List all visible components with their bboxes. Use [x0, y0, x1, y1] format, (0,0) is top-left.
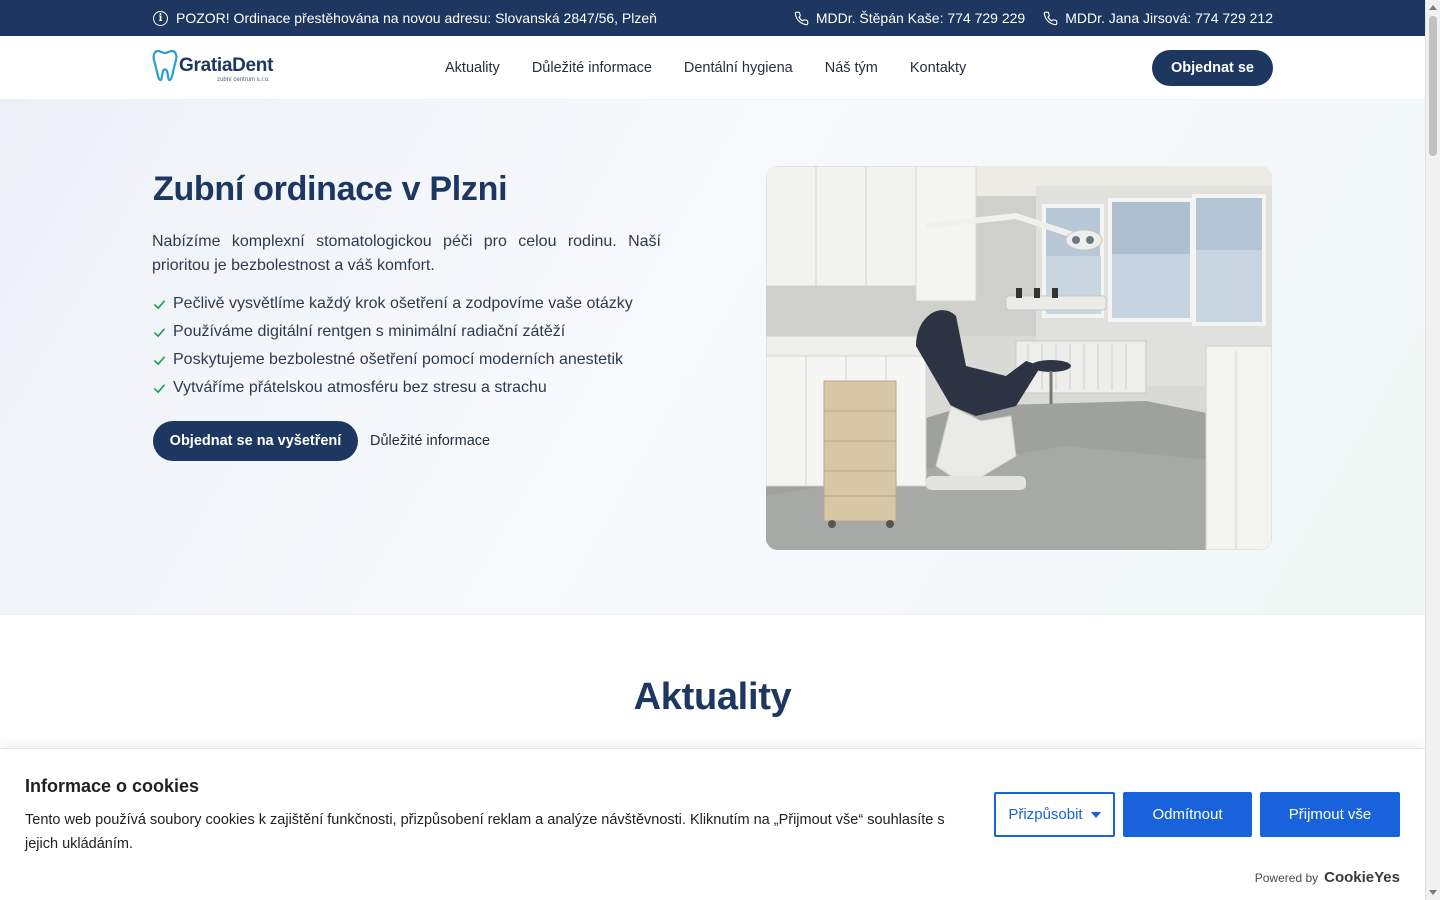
feature-text: Pečlivě vysvětlíme každý krok ošetření a…: [173, 295, 633, 312]
phone-text: MDDr. Štěpán Kaše: 774 729 229: [815, 10, 1026, 26]
dental-office-illustration: [766, 166, 1272, 550]
phone-list: MDDr. Štěpán Kaše: 774 729 229 MDDr. Jan…: [794, 0, 1273, 36]
nav-aktuality[interactable]: Aktuality: [445, 60, 500, 76]
feature-list: Pečlivě vysvětlíme každý krok ošetření a…: [153, 290, 633, 402]
phone-link-kase[interactable]: MDDr. Štěpán Kaše: 774 729 229: [794, 10, 1025, 26]
scroll-up-arrow-icon[interactable]: [1429, 5, 1437, 10]
check-icon: [154, 355, 165, 365]
phone-link-jirsova[interactable]: MDDr. Jana Jirsová: 774 729 212: [1043, 10, 1273, 26]
book-examination-button[interactable]: Objednat se na vyšetření: [153, 421, 358, 461]
cookie-text: Tento web používá soubory cookies k zaji…: [25, 812, 945, 852]
feature-text: Vytváříme přátelskou atmosféru bez stres…: [173, 379, 547, 396]
tooth-logo-icon: [152, 49, 178, 82]
page-scrollbar[interactable]: [1425, 0, 1440, 900]
check-icon: [154, 383, 165, 393]
logo-name: GratiaDent: [179, 55, 274, 76]
feature-item: Poskytujeme bezbolestné ošetření pomocí …: [153, 346, 633, 374]
cookie-customize-label: Přizpůsobit: [1008, 806, 1083, 823]
hero-title: Zubní ordinace v Plzni: [153, 170, 508, 208]
logo-subtitle: zubní centrum s.r.o.: [217, 77, 270, 83]
nav-nas-tym[interactable]: Náš tým: [825, 60, 878, 76]
main-nav: Aktuality Důležité informace Dentální hy…: [445, 36, 966, 100]
info-icon: i: [153, 10, 168, 26]
nav-kontakty[interactable]: Kontakty: [910, 60, 966, 76]
scrollbar-thumb[interactable]: [1429, 16, 1437, 156]
nav-dentalni-hygiena[interactable]: Dentální hygiena: [684, 60, 793, 76]
cookie-reject-button[interactable]: Odmítnout: [1123, 792, 1252, 837]
logo[interactable]: GratiaDent zubní centrum s.r.o.: [152, 48, 273, 84]
check-icon: [154, 299, 165, 309]
order-button[interactable]: Objednat se: [1152, 50, 1273, 86]
dental-office-photo: [766, 166, 1272, 550]
phone-text: MDDr. Jana Jirsová: 774 729 212: [1065, 10, 1273, 26]
nav-dulezite-informace[interactable]: Důležité informace: [532, 60, 652, 76]
feature-item: Používáme digitální rentgen s minimální …: [153, 318, 633, 346]
important-info-link[interactable]: Důležité informace: [370, 421, 490, 461]
phone-icon: [1043, 11, 1058, 25]
news-section-title: Aktuality: [633, 676, 792, 718]
cookie-title: Informace o cookies: [25, 776, 200, 796]
check-icon: [154, 327, 165, 337]
relocation-notice: i POZOR! Ordinace přestěhována na novou …: [153, 0, 657, 36]
hero-description: Nabízíme komplexní stomatologickou péči …: [152, 233, 661, 274]
hero-section: Zubní ordinace v Plzni Nabízíme komplexn…: [0, 100, 1425, 615]
feature-item: Vytváříme přátelskou atmosféru bez stres…: [153, 374, 633, 402]
feature-text: Poskytujeme bezbolestné ošetření pomocí …: [173, 351, 624, 368]
powered-by-label: Powered by: [1254, 870, 1319, 885]
phone-icon: [794, 11, 809, 25]
cookie-customize-button[interactable]: Přizpůsobit: [994, 792, 1115, 837]
relocation-notice-text: POZOR! Ordinace přestěhována na novou ad…: [176, 10, 657, 26]
top-info-bar: i POZOR! Ordinace přestěhována na novou …: [0, 0, 1425, 36]
logo-text: GratiaDent zubní centrum s.r.o.: [179, 48, 273, 84]
caret-down-icon: [1090, 811, 1101, 818]
cookieyes-logo: CookieYes: [1324, 869, 1400, 886]
site-header: GratiaDent zubní centrum s.r.o. Aktualit…: [0, 36, 1425, 100]
cookie-banner: Informace o cookies Tento web používá so…: [0, 748, 1425, 900]
scroll-down-arrow-icon[interactable]: [1429, 890, 1437, 895]
feature-item: Pečlivě vysvětlíme každý krok ošetření a…: [153, 290, 633, 318]
feature-text: Používáme digitální rentgen s minimální …: [173, 323, 566, 340]
cookie-accept-all-button[interactable]: Přijmout vše: [1260, 792, 1400, 837]
powered-by[interactable]: Powered by CookieYes: [1255, 869, 1400, 886]
